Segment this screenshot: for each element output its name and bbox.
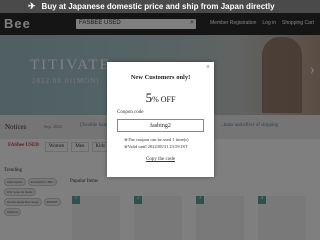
coupon-notes: ※The coupon can be used 1 time(s) ※Valid… (124, 137, 189, 150)
coupon-modal: × New Customers only! 5% OFF Coupon code… (107, 62, 214, 177)
coupon-code-label: Coupon code (117, 110, 144, 115)
close-icon[interactable]: × (206, 64, 210, 71)
coupon-code-field[interactable]: fasbing2 (117, 119, 204, 132)
banner-text: Buy at Japanese domestic price and ship … (41, 2, 275, 11)
modal-title: New Customers only! (130, 74, 191, 81)
discount-unit: % OFF (152, 95, 176, 104)
discount-value: 5% OFF (107, 90, 214, 106)
airplane-icon: ✈ (28, 1, 36, 11)
coupon-usage-note: ※The coupon can be used 1 time(s) (124, 137, 189, 142)
coupon-validity-note: ※Valid until 2022/08/31 23:59 JST (124, 143, 188, 149)
top-banner: ✈ Buy at Japanese domestic price and shi… (0, 0, 320, 13)
copy-code-button[interactable]: Copy the code (107, 157, 214, 162)
